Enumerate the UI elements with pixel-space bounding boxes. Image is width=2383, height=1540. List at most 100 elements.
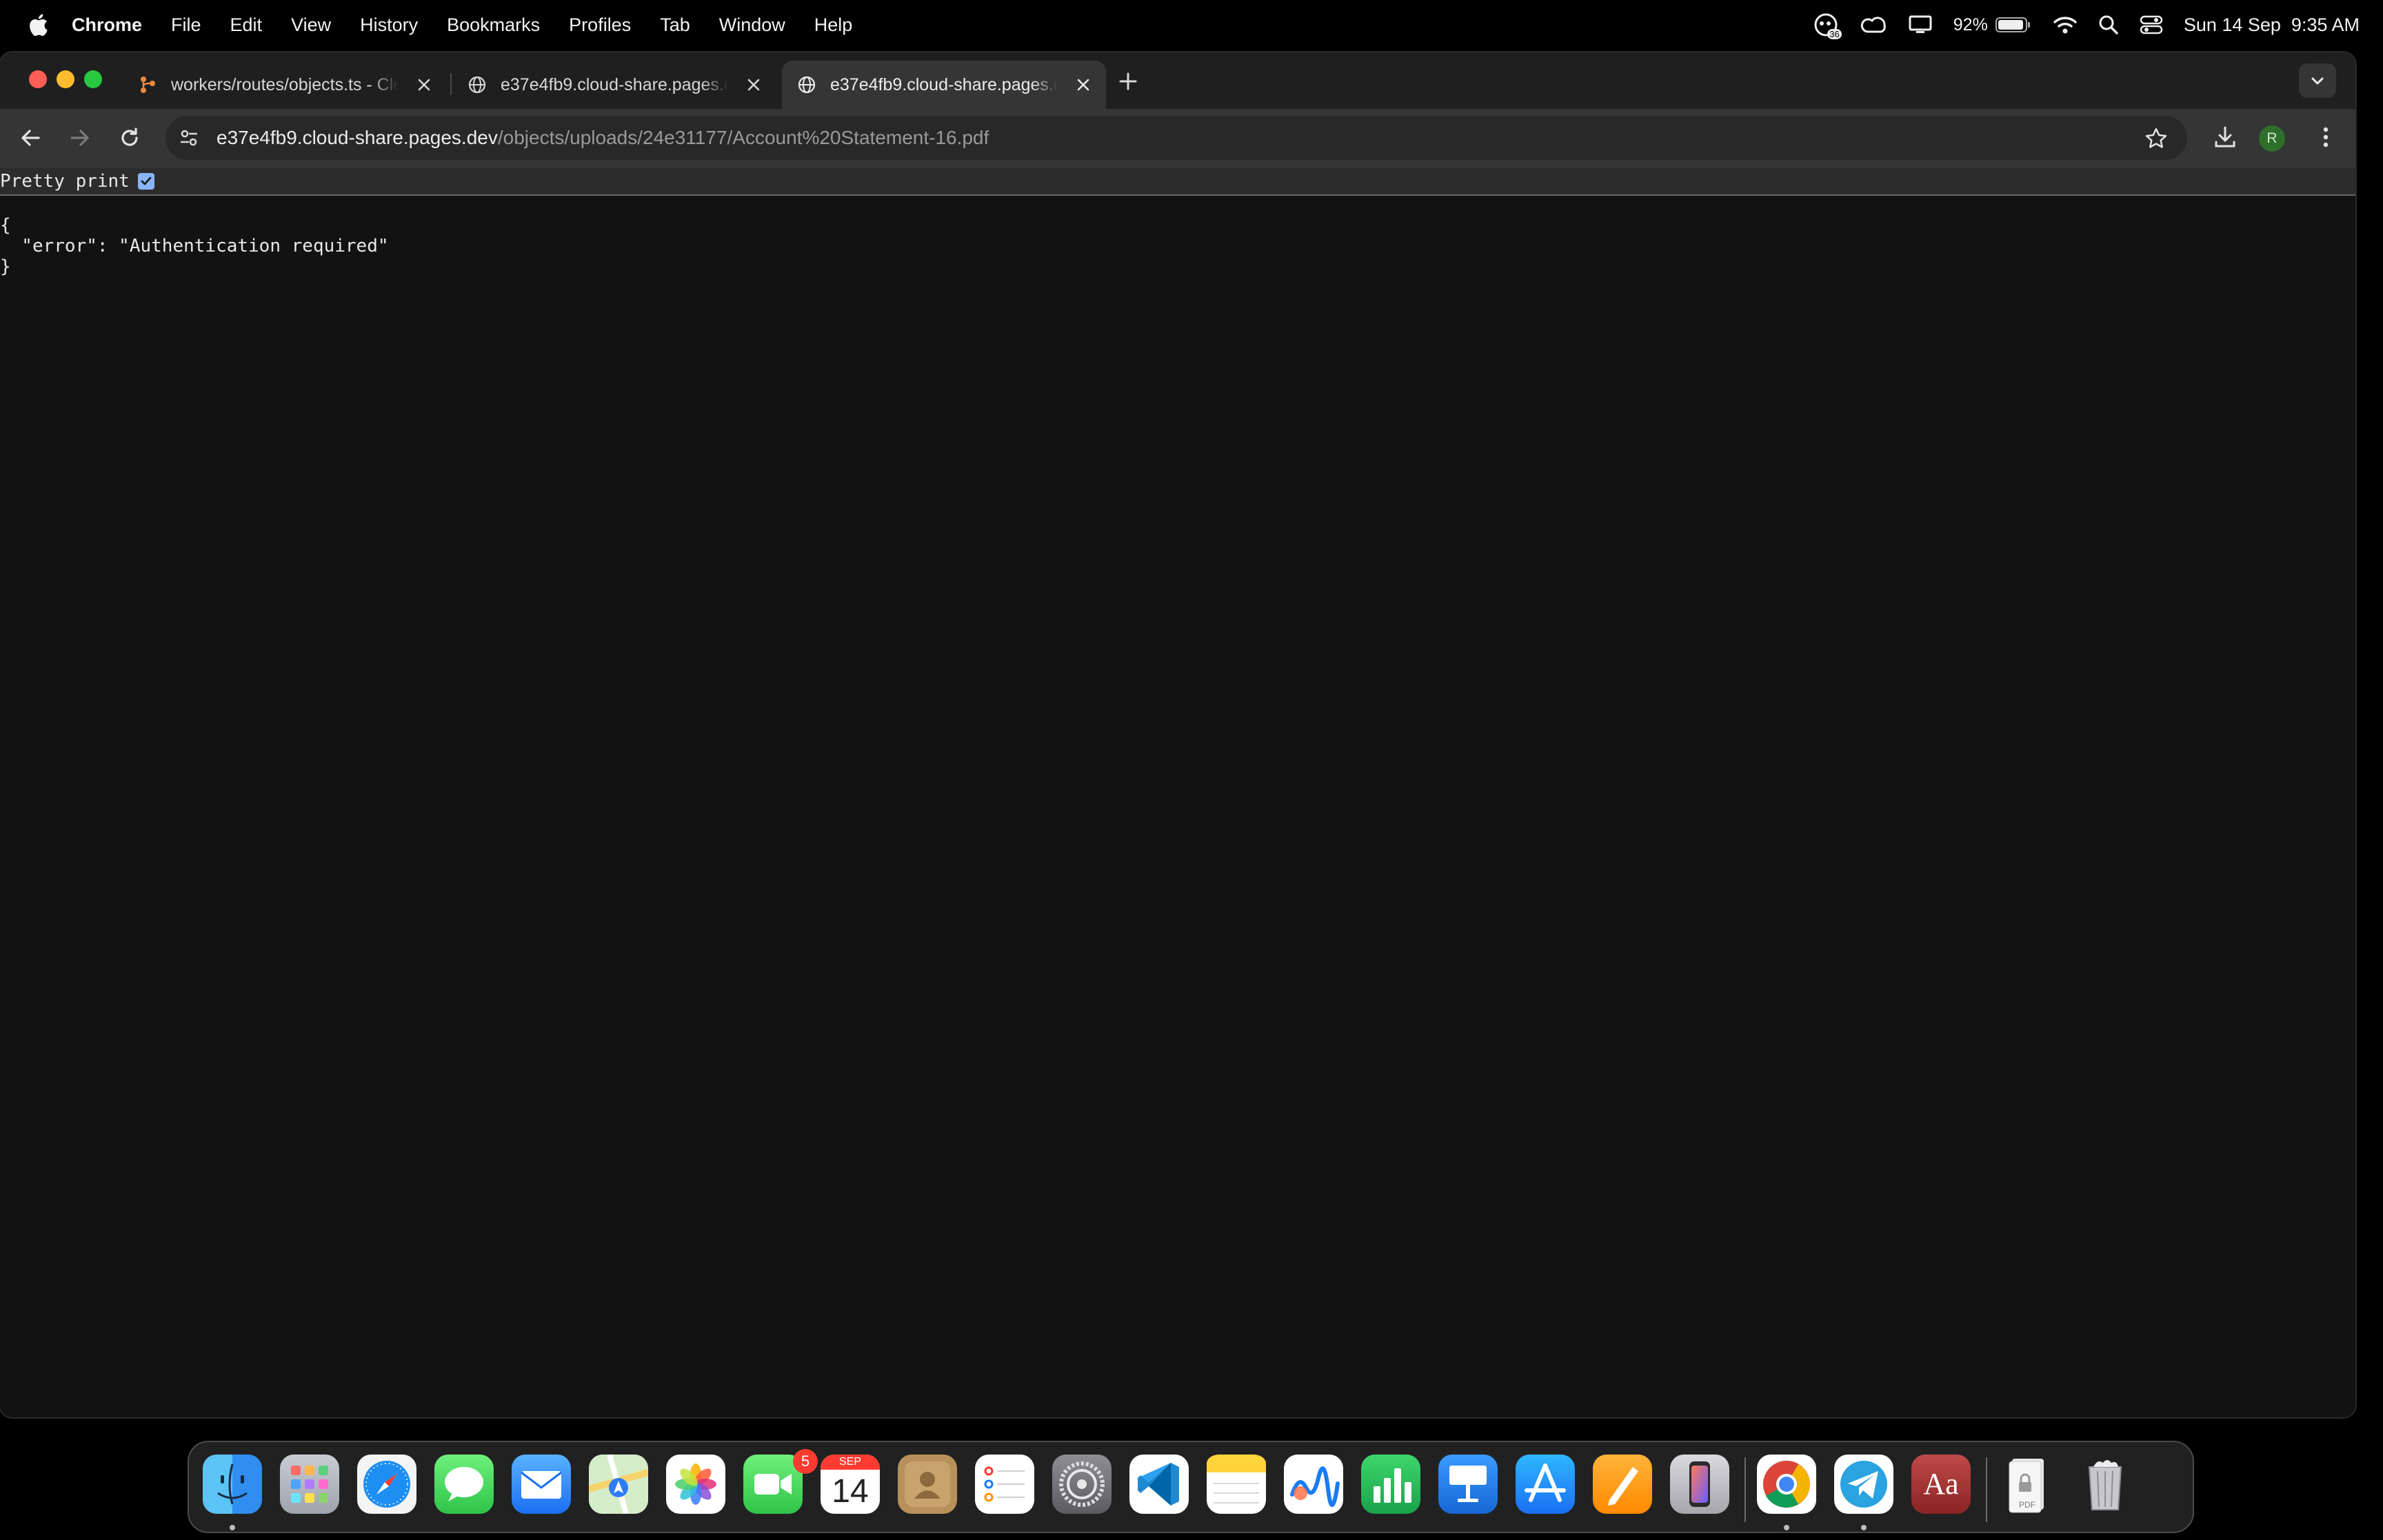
notes-icon[interactable]	[1207, 1455, 1266, 1514]
trash-icon[interactable]	[2075, 1455, 2135, 1514]
menu-edit[interactable]: Edit	[230, 14, 263, 36]
close-tab-icon[interactable]	[1074, 76, 1092, 94]
tab-cloud-share-active[interactable]: e37e4fb9.cloud-share.pages.dev	[782, 61, 1106, 109]
dock-separator	[1744, 1457, 1746, 1522]
pretty-print-checkbox[interactable]	[137, 173, 154, 190]
vscode-icon[interactable]	[1129, 1455, 1189, 1514]
checkmark-icon	[141, 176, 152, 185]
globe-icon	[798, 76, 816, 94]
more-options-icon[interactable]	[2311, 123, 2340, 152]
trash-can-icon	[2088, 1460, 2122, 1510]
window-fullscreen-button[interactable]	[84, 70, 102, 88]
pen-icon	[1608, 1467, 1638, 1506]
freeform-icon[interactable]	[1284, 1455, 1343, 1514]
vscode-logo-icon	[1138, 1463, 1179, 1506]
keynote-icon[interactable]	[1438, 1455, 1498, 1514]
download-icon[interactable]	[2211, 123, 2240, 152]
pages-icon[interactable]	[1593, 1455, 1652, 1514]
chat-bubble-icon	[445, 1467, 483, 1501]
maps-icon[interactable]	[587, 1453, 650, 1515]
dock-separator	[1986, 1457, 1987, 1522]
forward-arrow-icon[interactable]	[66, 124, 94, 152]
tab-objects-ts[interactable]: workers/routes/objects.ts - Cloud	[123, 61, 447, 109]
scribble-icon	[1290, 1466, 1340, 1508]
chevron-down-icon	[2311, 77, 2324, 85]
close-tab-icon[interactable]	[415, 76, 433, 94]
creative-cloud-icon[interactable]	[1860, 14, 1887, 36]
dictionary-icon[interactable]: Aa	[1911, 1455, 1971, 1514]
menu-window[interactable]: Window	[719, 14, 785, 36]
chrome-logo-icon	[1763, 1461, 1810, 1508]
menu-tab[interactable]: Tab	[660, 14, 690, 36]
safari-icon[interactable]	[357, 1455, 416, 1514]
tab-title: workers/routes/objects.ts - Cloud	[171, 74, 399, 94]
window-minimize-button[interactable]	[57, 70, 74, 88]
mail-icon[interactable]	[512, 1455, 571, 1514]
system-settings-icon[interactable]	[1052, 1455, 1112, 1514]
dictionary-label: Aa	[1923, 1467, 1959, 1501]
profile-avatar[interactable]: R	[2259, 125, 2285, 152]
photos-icon[interactable]	[666, 1455, 725, 1514]
menu-view[interactable]: View	[291, 14, 331, 36]
notification-center-item[interactable]: 36	[1813, 12, 1842, 39]
launchpad-icon[interactable]	[280, 1455, 339, 1514]
reminders-icon[interactable]	[975, 1455, 1034, 1514]
telegram-icon[interactable]	[1834, 1455, 1893, 1514]
calendar-icon[interactable]: SEP 14	[821, 1455, 880, 1514]
menu-profiles[interactable]: Profiles	[569, 14, 631, 36]
pdf-label: PDF	[2019, 1500, 2035, 1510]
reload-icon[interactable]	[116, 124, 143, 152]
app-store-icon[interactable]	[1516, 1455, 1575, 1514]
bookmark-star-icon[interactable]	[2144, 127, 2168, 150]
messages-icon[interactable]	[434, 1455, 494, 1514]
numbers-icon[interactable]	[1361, 1455, 1420, 1514]
podium-icon	[1449, 1466, 1487, 1502]
tab-search-button[interactable]	[2299, 63, 2336, 98]
status-area: 36 92% Sun 14 Sep 9:35 AM	[1813, 0, 2360, 50]
close-tab-icon[interactable]	[745, 76, 763, 94]
git-branch-icon	[141, 77, 155, 93]
gear-icon	[1059, 1461, 1105, 1507]
back-arrow-icon[interactable]	[17, 124, 44, 152]
menu-clock[interactable]: Sun 14 Sep 9:35 AM	[2184, 14, 2360, 36]
menu-app-name[interactable]: Chrome	[72, 14, 142, 36]
battery-icon	[1995, 17, 2030, 32]
globe-icon	[468, 76, 486, 94]
chrome-icon[interactable]	[1757, 1455, 1816, 1514]
tab-title: e37e4fb9.cloud-share.pages.dev	[501, 74, 728, 94]
running-indicator	[1784, 1525, 1789, 1530]
photos-flower-icon	[675, 1463, 716, 1505]
browser-window: workers/routes/objects.ts - Cloud e37e4f…	[0, 52, 2355, 1417]
pdf-documents-stack[interactable]: PDF	[1998, 1455, 2058, 1514]
menu-bookmarks[interactable]: Bookmarks	[447, 14, 540, 36]
address-bar[interactable]: e37e4fb9.cloud-share.pages.dev/objects/u…	[165, 116, 2187, 160]
control-center-icon[interactable]	[2140, 14, 2163, 35]
calendar-month: SEP	[821, 1455, 880, 1470]
finder-icon[interactable]	[203, 1455, 262, 1514]
apple-logo-icon[interactable]	[28, 13, 48, 37]
battery-percent: 92%	[1953, 14, 1988, 34]
spotlight-search-icon[interactable]	[2098, 14, 2119, 35]
display-icon[interactable]	[1908, 14, 1933, 36]
new-tab-plus-icon[interactable]	[1117, 70, 1139, 92]
tab-cloud-share-1[interactable]: e37e4fb9.cloud-share.pages.dev	[452, 61, 776, 109]
wifi-icon[interactable]	[2053, 14, 2078, 35]
battery-status[interactable]: 92%	[1953, 15, 2032, 35]
running-indicator	[230, 1525, 235, 1530]
url-text[interactable]: e37e4fb9.cloud-share.pages.dev/objects/u…	[217, 116, 989, 160]
tab-separator	[450, 73, 452, 95]
site-info-icon[interactable]	[178, 127, 200, 149]
iphone-mirroring-icon[interactable]	[1670, 1455, 1729, 1514]
menu-bar: Chrome File Edit View History Bookmarks …	[0, 0, 2383, 50]
window-close-button[interactable]	[29, 70, 47, 88]
menu-help[interactable]: Help	[814, 14, 853, 36]
contacts-icon[interactable]	[898, 1455, 957, 1514]
app-grid-icon	[291, 1466, 328, 1503]
menu-file[interactable]: File	[171, 14, 201, 36]
menu-history[interactable]: History	[360, 14, 418, 36]
tab-title: e37e4fb9.cloud-share.pages.dev	[830, 74, 1058, 94]
bar-chart-icon	[1374, 1468, 1411, 1503]
notification-count: 36	[1827, 29, 1842, 39]
app-store-a-icon	[1525, 1463, 1566, 1502]
map-location-icon	[587, 1453, 650, 1515]
